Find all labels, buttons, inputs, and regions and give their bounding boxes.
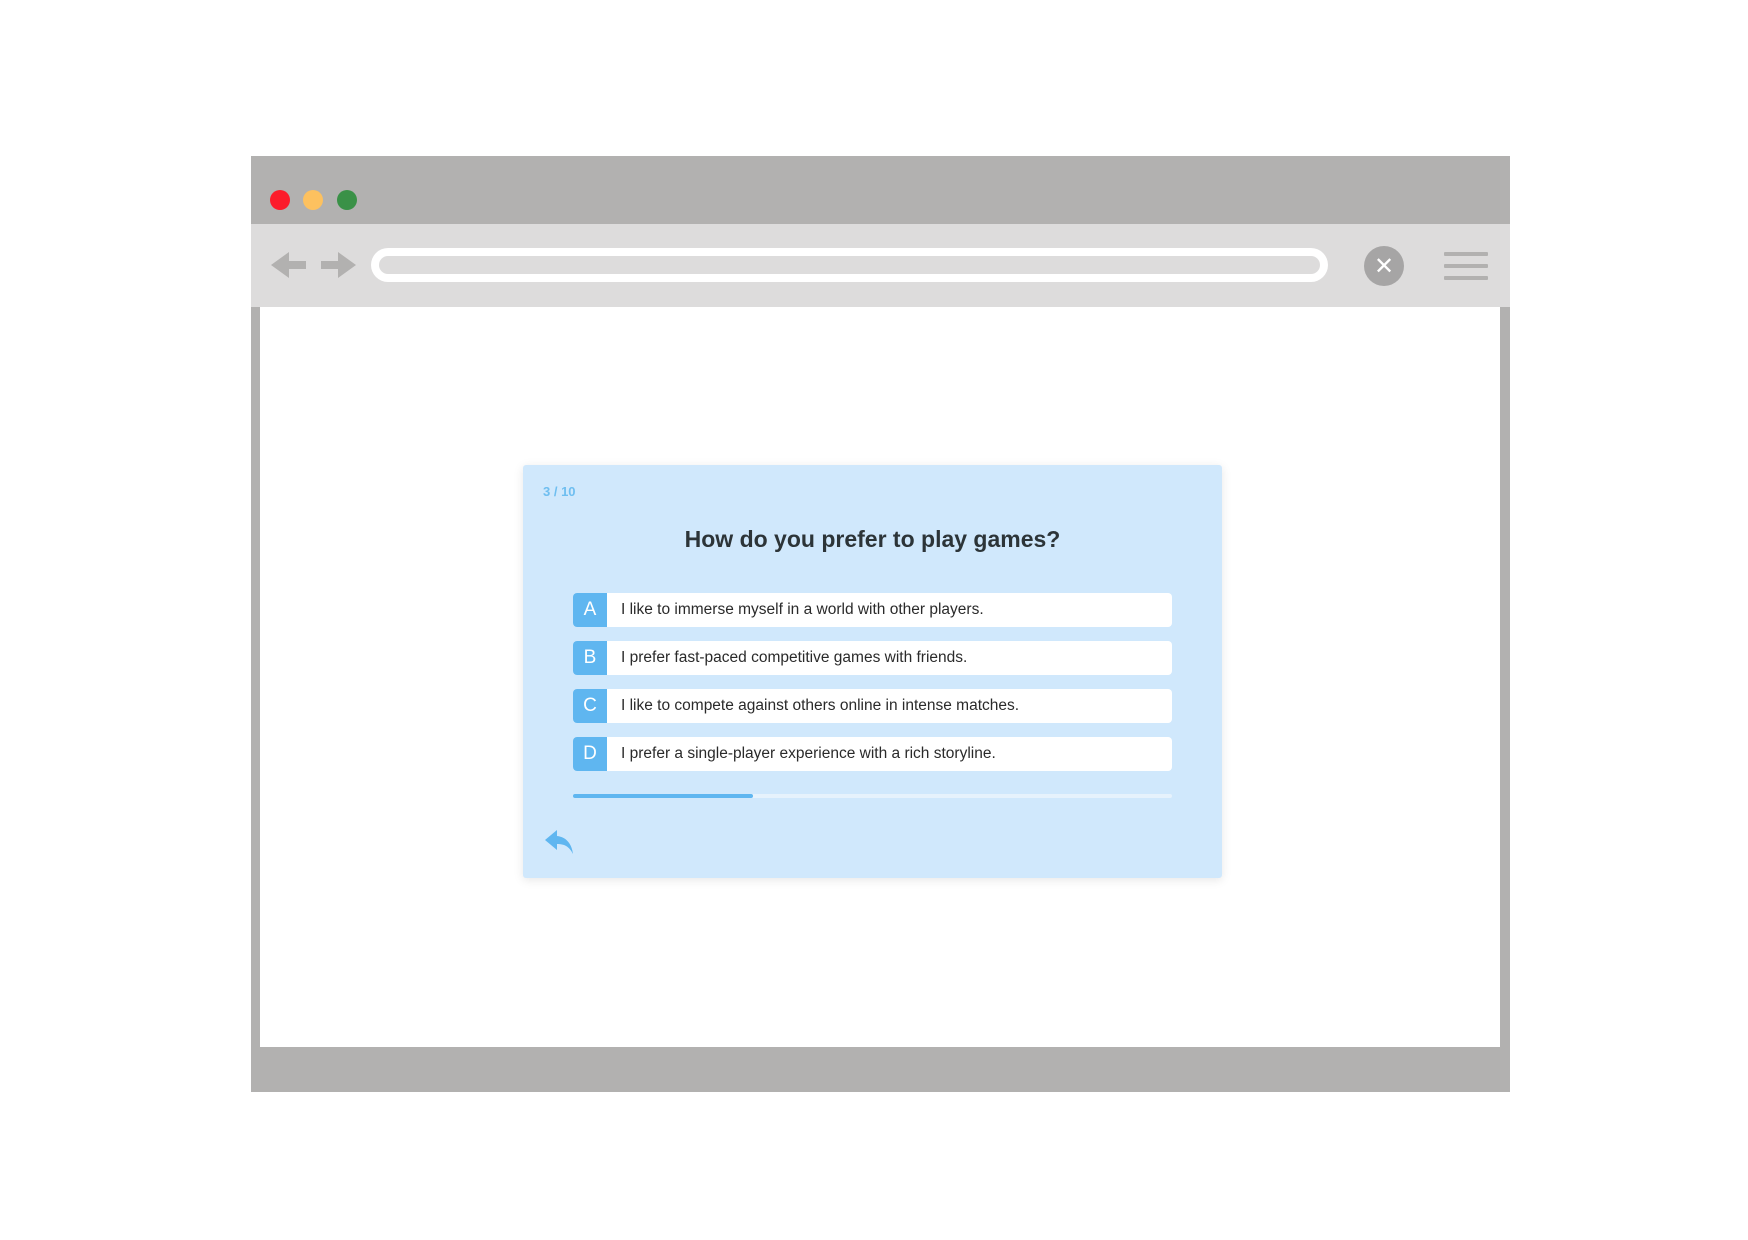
browser-toolbar: ✕ bbox=[251, 224, 1510, 307]
arrow-left-icon[interactable] bbox=[271, 250, 309, 280]
option-text: I prefer fast-paced competitive games wi… bbox=[621, 649, 968, 666]
answer-option-a[interactable]: A I like to immerse myself in a world wi… bbox=[573, 593, 1172, 627]
page-viewport: 3 / 10 How do you prefer to play games? … bbox=[260, 307, 1500, 1047]
option-letter: B bbox=[573, 641, 607, 675]
browser-window: ✕ 3 / 10 How do you prefer to play games… bbox=[251, 156, 1510, 1092]
question-counter: 3 / 10 bbox=[543, 484, 576, 499]
answer-option-d[interactable]: D I prefer a single-player experience wi… bbox=[573, 737, 1172, 771]
title-bar bbox=[251, 156, 1510, 224]
quiz-card: 3 / 10 How do you prefer to play games? … bbox=[523, 465, 1222, 878]
address-bar-field[interactable] bbox=[379, 256, 1320, 274]
close-icon[interactable]: ✕ bbox=[1364, 246, 1404, 286]
hamburger-menu-icon[interactable] bbox=[1444, 250, 1488, 282]
maximize-window-dot[interactable] bbox=[337, 190, 357, 210]
answer-option-b[interactable]: B I prefer fast-paced competitive games … bbox=[573, 641, 1172, 675]
option-letter: D bbox=[573, 737, 607, 771]
minimize-window-dot[interactable] bbox=[303, 190, 323, 210]
arrow-right-icon[interactable] bbox=[321, 250, 359, 280]
question-title: How do you prefer to play games? bbox=[684, 526, 1061, 552]
answer-option-c[interactable]: C I like to compete against others onlin… bbox=[573, 689, 1172, 723]
close-window-dot[interactable] bbox=[270, 190, 290, 210]
option-letter: C bbox=[573, 689, 607, 723]
address-bar[interactable] bbox=[371, 248, 1328, 282]
option-text: I prefer a single-player experience with… bbox=[621, 745, 996, 762]
option-letter: A bbox=[573, 593, 607, 627]
answer-options: A I like to immerse myself in a world wi… bbox=[573, 593, 1172, 785]
option-text: I like to immerse myself in a world with… bbox=[621, 601, 984, 618]
reply-back-icon[interactable] bbox=[544, 828, 576, 858]
progress-bar-fill bbox=[573, 794, 753, 798]
progress-bar bbox=[573, 794, 1172, 798]
option-text: I like to compete against others online … bbox=[621, 697, 1020, 714]
